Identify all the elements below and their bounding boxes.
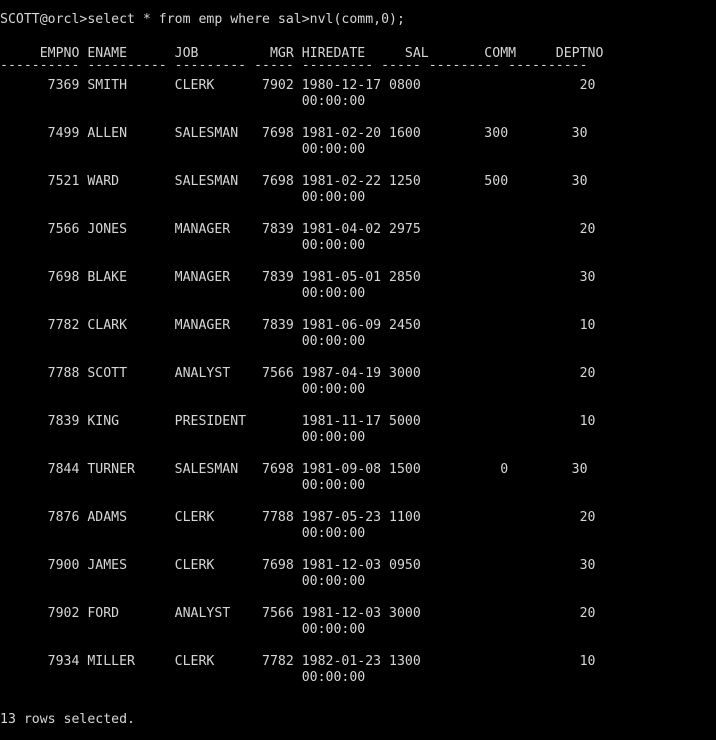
table-row: 7934 MILLER CLERK 7782 1982-01-23 1300 1… <box>0 654 596 669</box>
command-prompt-line[interactable]: SCOTT@orcl>select * from emp where sal>n… <box>0 12 405 28</box>
rows-selected-status: 13 rows selected. <box>0 712 135 727</box>
table-row: 7698 BLAKE MANAGER 7839 1981-05-01 2850 … <box>0 270 596 285</box>
table-row: 7782 CLARK MANAGER 7839 1981-06-09 2450 … <box>0 318 596 333</box>
table-row: 7900 JAMES CLERK 7698 1981-12-03 0950 30 <box>0 558 596 573</box>
table-row-hiredate-time: 00:00:00 <box>0 238 366 253</box>
table-row-hiredate-time: 00:00:00 <box>0 286 366 301</box>
table-row-hiredate-time: 00:00:00 <box>0 526 366 541</box>
table-row: 7844 TURNER SALESMAN 7698 1981-09-08 150… <box>0 462 588 477</box>
table-row-hiredate-time: 00:00:00 <box>0 142 366 157</box>
terminal-screen[interactable]: SCOTT@orcl>select * from emp where sal>n… <box>0 0 716 740</box>
table-row: 7902 FORD ANALYST 7566 1981-12-03 3000 2… <box>0 606 596 621</box>
table-row: 7521 WARD SALESMAN 7698 1981-02-22 1250 … <box>0 174 588 189</box>
table-row-hiredate-time: 00:00:00 <box>0 382 366 397</box>
table-row: 7788 SCOTT ANALYST 7566 1987-04-19 3000 … <box>0 366 596 381</box>
table-row: 7876 ADAMS CLERK 7788 1987-05-23 1100 20 <box>0 510 596 525</box>
table-row-hiredate-time: 00:00:00 <box>0 622 366 637</box>
table-row: 7566 JONES MANAGER 7839 1981-04-02 2975 … <box>0 222 596 237</box>
table-row-hiredate-time: 00:00:00 <box>0 670 366 685</box>
table-row-hiredate-time: 00:00:00 <box>0 574 366 589</box>
result-header-separator: ---------- ---------- --------- ----- --… <box>0 58 588 73</box>
table-row-hiredate-time: 00:00:00 <box>0 334 366 349</box>
table-row-hiredate-time: 00:00:00 <box>0 430 366 445</box>
table-row-hiredate-time: 00:00:00 <box>0 478 366 493</box>
table-row-hiredate-time: 00:00:00 <box>0 94 366 109</box>
table-row-hiredate-time: 00:00:00 <box>0 190 366 205</box>
table-row: 7499 ALLEN SALESMAN 7698 1981-02-20 1600… <box>0 126 588 141</box>
table-row: 7369 SMITH CLERK 7902 1980-12-17 0800 20 <box>0 78 596 93</box>
table-row: 7839 KING PRESIDENT 1981-11-17 5000 10 <box>0 414 596 429</box>
